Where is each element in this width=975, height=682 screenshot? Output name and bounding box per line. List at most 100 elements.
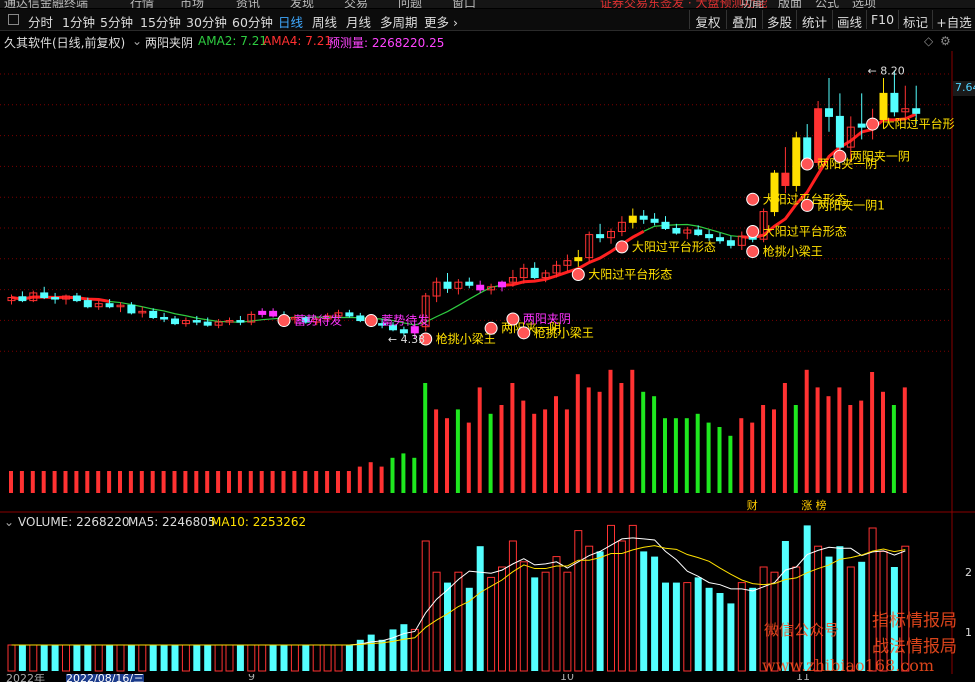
menu-formula[interactable]: 公式 [815, 0, 839, 8]
kline-chart[interactable]: 蓄势待发 蓄势待发枪挑小梁王两阳夹一阴枪挑小梁王两阳夹阴大阳过平台形态大阳过平台形… [0, 51, 975, 674]
candle-body [269, 310, 278, 317]
volume-bar [586, 387, 591, 493]
predict-volume: 预测量: 2268220.25 [328, 36, 445, 50]
settings-gear-icon[interactable]: ⚙ [940, 34, 951, 48]
dropdown-icon[interactable]: ⌄ [132, 34, 142, 48]
volume-bar [739, 418, 744, 493]
period-select-icon[interactable] [8, 14, 19, 25]
menu-quotes[interactable]: 行情 [130, 0, 154, 8]
volume-bar [705, 587, 713, 671]
volume-bar [7, 644, 16, 672]
signal-ball-icon [364, 314, 378, 328]
volume-bar [292, 471, 297, 493]
adjust-button[interactable]: 复权 [689, 10, 726, 30]
f10-button[interactable]: F10 [866, 10, 898, 29]
multi-stock-button[interactable]: 多股 [762, 10, 796, 30]
signal-labels: 蓄势待发 蓄势待发枪挑小梁王两阳夹一阴枪挑小梁王两阳夹阴大阳过平台形态大阳过平台形… [277, 64, 955, 512]
candle-body [83, 300, 92, 308]
price-mark: ← 8.20 [868, 64, 905, 77]
volume-bar [204, 645, 212, 671]
menu-question[interactable]: 问题 [398, 0, 422, 8]
indicator-name[interactable]: 两阳夹阴 [145, 34, 193, 51]
volume-info-bar: ⌄ VOLUME: 2268220 MA5: 2246805 MA10: 225… [0, 513, 975, 531]
volume-bar [51, 645, 59, 671]
tab-monthly[interactable]: 月线 [346, 12, 371, 31]
volume-bar [118, 471, 122, 493]
volume-bar [815, 387, 820, 493]
signal-label: 大阳过平台形态 [588, 267, 672, 282]
signal-label: 两阳夹一阴 [850, 149, 910, 163]
volume-bar [270, 471, 275, 493]
volume-bar [62, 644, 70, 672]
candle-body [857, 123, 866, 128]
volume-bar [18, 645, 26, 671]
volume-bar [673, 418, 678, 493]
menu-news[interactable]: 资讯 [236, 0, 260, 8]
overlay-button[interactable]: 叠加 [726, 10, 762, 30]
volume-bar [826, 396, 831, 493]
signal-ball-icon [833, 149, 847, 163]
candle-body [18, 296, 27, 302]
vol-dropdown-icon[interactable]: ⌄ [4, 515, 14, 529]
tab-60min[interactable]: 60分钟 [232, 12, 273, 31]
candle-body [726, 240, 735, 246]
volume-bar [181, 644, 190, 672]
watermark-url: www.zhibiao168.com [762, 656, 935, 675]
menu-options[interactable]: 选项 [852, 0, 876, 8]
menu-layout[interactable]: 版面 [778, 0, 802, 8]
menu-trade[interactable]: 交易 [344, 0, 368, 8]
volume-bar [706, 422, 711, 493]
menu-market[interactable]: 市场 [180, 0, 204, 8]
diamond-icon[interactable]: ◇ [924, 34, 933, 48]
volume-bar [323, 644, 332, 672]
volume-bar [205, 471, 210, 493]
tab-30min[interactable]: 30分钟 [186, 12, 227, 31]
add-watchlist-button[interactable]: +自选 [932, 10, 975, 30]
volume-bar [150, 471, 155, 493]
date-sep: 9 [248, 674, 255, 682]
ama2-value: AMA2: 7.21 [198, 34, 267, 48]
stock-title: 久其软件(日线,前复权) [4, 36, 126, 50]
volume-bar [543, 409, 548, 493]
draw-line-button[interactable]: 画线 [832, 10, 866, 30]
volume-bar [40, 645, 48, 671]
vol-axis-top: 2 [965, 566, 972, 579]
volume-bar [73, 645, 81, 671]
volume-bar [716, 593, 724, 671]
volume-bar [96, 471, 101, 493]
volume-bar [214, 644, 223, 672]
candle-body [105, 303, 114, 308]
volume-bar [106, 645, 114, 671]
tab-multi-period[interactable]: 多周期 [380, 12, 418, 31]
tab-15min[interactable]: 15分钟 [140, 12, 181, 31]
menu-window[interactable]: 窗口 [452, 0, 476, 8]
volume-bar [225, 644, 234, 672]
candle-body [835, 115, 844, 148]
tab-daily[interactable]: 日线 [278, 12, 303, 31]
signal-ball-icon [746, 244, 760, 258]
candle-body [149, 310, 158, 318]
tab-weekly[interactable]: 周线 [312, 12, 337, 31]
volume-bar [750, 422, 755, 493]
candle-body [825, 108, 833, 117]
volume-bar [259, 471, 264, 493]
menu-function[interactable]: 功能 [740, 0, 764, 8]
menu-app-name[interactable]: 通达信金融终端 [4, 0, 88, 8]
mark-button[interactable]: 标记 [898, 10, 932, 30]
volume-bar [541, 571, 550, 672]
volume-bar [423, 383, 428, 493]
volume-bar [312, 644, 321, 672]
tab-more[interactable]: 更多 › [424, 12, 458, 31]
tab-intraday[interactable]: 分时 [28, 12, 53, 31]
signal-label: 枪挑小梁王 [534, 325, 594, 340]
menu-discover[interactable]: 发现 [290, 0, 314, 8]
signal-label: 蓄势待发 [294, 313, 342, 328]
volume-bar [29, 644, 38, 672]
volume-bar [139, 471, 144, 493]
stats-button[interactable]: 统计 [796, 10, 832, 30]
tab-5min[interactable]: 5分钟 [100, 12, 133, 31]
price-mark: ← 4.33 [388, 333, 425, 346]
candle-body [792, 137, 801, 186]
volume-bar [728, 435, 733, 493]
tab-1min[interactable]: 1分钟 [62, 12, 95, 31]
